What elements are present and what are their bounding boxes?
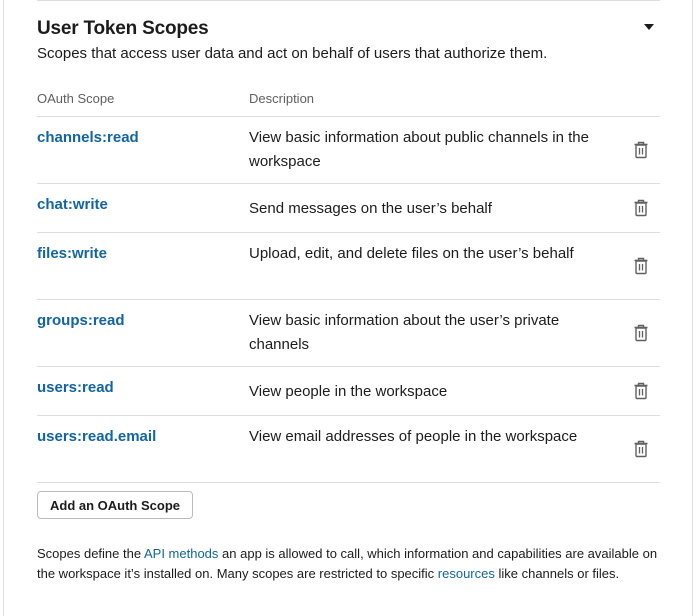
table-row: files:write Upload, edit, and delete file… (37, 233, 660, 300)
scopes-table: OAuth Scope Description channels:read Vie… (37, 88, 660, 483)
header-description: Description (249, 91, 315, 106)
table-row: users:read View people in the workspace (37, 367, 660, 416)
api-methods-link[interactable]: API methods (144, 546, 218, 561)
table-row: chat:write Send messages on the user’s be… (37, 184, 660, 233)
scope-description: View email addresses of people in the wo… (249, 428, 578, 445)
footer-text: Scopes define the (37, 546, 144, 561)
footer-text: like channels or files. (494, 566, 620, 581)
scope-description: View basic information about public chan… (249, 129, 589, 170)
scope-link[interactable]: files:write (37, 245, 107, 262)
trash-icon[interactable] (633, 257, 649, 275)
table-row: groups:read View basic information about … (37, 300, 660, 367)
trash-icon[interactable] (633, 141, 649, 159)
scope-description: Upload, edit, and delete files on the us… (249, 245, 574, 262)
header-oauth-scope: OAuth Scope (37, 91, 115, 106)
section-title: User Token Scopes (37, 18, 209, 39)
add-oauth-scope-button[interactable]: Add an OAuth Scope (37, 491, 193, 519)
section-divider (37, 0, 660, 1)
scope-link[interactable]: chat:write (37, 196, 108, 213)
scope-description: View people in the workspace (249, 383, 448, 400)
resources-link[interactable]: resources (438, 566, 495, 581)
scope-link[interactable]: channels:read (37, 129, 139, 146)
table-row: channels:read View basic information abou… (37, 117, 660, 184)
footer-note: Scopes define the API methods an app is … (37, 544, 667, 584)
table-header: OAuth Scope Description (37, 88, 660, 117)
caret-down-icon[interactable] (644, 24, 654, 30)
scope-description: Send messages on the user’s behalf (249, 200, 492, 217)
trash-icon[interactable] (633, 199, 649, 217)
table-row: users:read.email View email addresses of … (37, 416, 660, 483)
scope-link[interactable]: users:read.email (37, 428, 156, 445)
scope-link[interactable]: users:read (37, 379, 114, 396)
scope-description: View basic information about the user’s … (249, 312, 560, 353)
trash-icon[interactable] (633, 440, 649, 458)
trash-icon[interactable] (633, 324, 649, 342)
scope-link[interactable]: groups:read (37, 312, 125, 329)
section-subtitle: Scopes that access user data and act on … (37, 45, 548, 62)
trash-icon[interactable] (633, 382, 649, 400)
